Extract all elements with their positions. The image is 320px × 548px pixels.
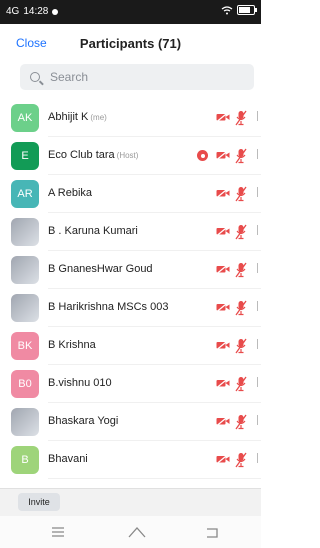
participant-row[interactable]: B0 B.vishnu 010 [0,365,261,403]
participant-row[interactable]: E Eco Club tara (Host) [0,137,261,175]
network-indicator: 4G [6,6,20,17]
recording-icon [197,150,208,161]
camera-off-icon[interactable] [216,302,230,312]
status-time: 14:28 [23,6,49,17]
wifi-icon [221,5,233,14]
avatar-photo [11,408,39,436]
participant-row[interactable]: AR A Rebika [0,175,261,213]
row-edge-indicator [257,301,263,311]
row-edge-indicator [257,415,263,425]
mic-off-icon[interactable] [235,452,247,468]
row-edge-indicator [257,377,263,387]
row-edge-indicator [257,187,263,197]
mic-off-icon[interactable] [235,224,247,240]
participant-name: Abhijit K [48,111,89,123]
participant-row[interactable]: AK Abhijit K (me) [0,99,261,137]
participant-name: B Harikrishna MSCs 003 [48,301,169,313]
avatar: AR [11,180,39,208]
participant-row[interactable]: B Bhavani [0,441,261,479]
participant-row[interactable]: BK B Krishna [0,327,261,365]
participant-name: Eco Club tara [48,149,115,161]
camera-off-icon[interactable] [216,416,230,426]
participants-header: Close Participants (71) [0,24,261,64]
mic-off-icon[interactable] [235,262,247,278]
mic-off-icon[interactable] [235,338,247,354]
avatar: B [11,446,39,474]
participant-name: Bhaskara Yogi [48,415,119,427]
row-edge-indicator [257,149,263,159]
page-title: Participants (71) [79,36,182,51]
participant-name-wrap: Abhijit K (me) [48,111,107,123]
participant-name-wrap: B.vishnu 010 [48,377,112,389]
participant-name-wrap: Eco Club tara (Host) [48,149,138,161]
status-right [221,5,257,15]
avatar: AK [11,104,39,132]
mic-off-icon[interactable] [235,376,247,392]
participant-name: Bhavani [48,453,88,465]
participant-name-wrap: B Harikrishna MSCs 003 [48,301,168,313]
notification-dot-icon [52,8,59,15]
avatar-photo [11,294,39,322]
home-icon[interactable] [125,523,149,541]
participant-name-wrap: B GnanesHwar Goud [48,263,153,275]
back-icon[interactable] [201,523,225,541]
participant-name-wrap: B . Karuna Kumari [48,225,138,237]
avatar-photo [11,218,39,246]
mic-off-icon[interactable] [235,148,247,164]
row-edge-indicator [257,453,263,463]
row-edge-indicator [257,225,263,235]
participant-name-wrap: Bhavani [48,453,88,465]
participant-name: B.vishnu 010 [48,377,112,389]
avatar: E [11,142,39,170]
camera-off-icon[interactable] [216,454,230,464]
participant-row[interactable]: Bhaskara Yogi [0,403,261,441]
system-nav-bar [0,516,261,548]
participant-name: B GnanesHwar Goud [48,263,153,275]
row-edge-indicator [257,111,263,121]
camera-off-icon[interactable] [216,340,230,350]
search-icon [30,72,40,82]
avatar: BK [11,332,39,360]
participant-row[interactable]: B GnanesHwar Goud [0,251,261,289]
search-placeholder: Search [50,70,89,84]
status-bar: 4G 14:28 [0,0,261,24]
participant-row[interactable]: B Harikrishna MSCs 003 [0,289,261,327]
camera-off-icon[interactable] [216,150,230,160]
participant-role-tag: (me) [90,113,107,122]
row-edge-indicator [257,339,263,349]
camera-off-icon[interactable] [216,188,230,198]
menu-icon[interactable] [46,523,70,541]
invite-button[interactable]: Invite [18,493,60,511]
row-divider [48,478,261,479]
avatar-photo [11,256,39,284]
participant-role-tag: (Host) [116,151,139,160]
battery-icon [237,5,257,15]
row-edge-indicator [257,263,263,273]
status-left: 4G 14:28 [6,6,59,17]
bottom-toolbar: Invite [0,488,261,517]
mic-off-icon[interactable] [235,186,247,202]
participant-name: B Krishna [48,339,96,351]
search-input[interactable]: Search [20,64,254,90]
mic-off-icon[interactable] [235,300,247,316]
participant-name-wrap: Bhaskara Yogi [48,415,118,427]
mic-off-icon[interactable] [235,110,247,126]
camera-off-icon[interactable] [216,112,230,122]
participant-row[interactable]: B . Karuna Kumari [0,213,261,251]
participant-name: A Rebika [48,187,93,199]
mic-off-icon[interactable] [235,414,247,430]
avatar: B0 [11,370,39,398]
participant-name-wrap: B Krishna [48,339,96,351]
participant-name-wrap: A Rebika [48,187,92,199]
camera-off-icon[interactable] [216,226,230,236]
participant-name: B . Karuna Kumari [48,225,138,237]
camera-off-icon[interactable] [216,264,230,274]
camera-off-icon[interactable] [216,378,230,388]
